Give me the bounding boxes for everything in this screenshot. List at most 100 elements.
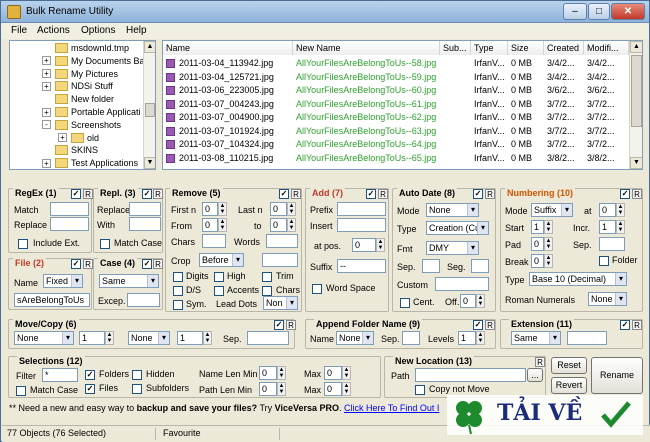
include-ext-checkbox[interactable] bbox=[18, 239, 28, 249]
autodate-reset-button[interactable]: R bbox=[485, 189, 495, 199]
regex-match-input[interactable] bbox=[50, 202, 89, 216]
folders-checkbox[interactable]: ✓ bbox=[85, 370, 95, 380]
name-len-min-spinner-icon[interactable]: ▲ ▼ bbox=[277, 366, 286, 380]
table-row[interactable]: 2011-03-07_004243.jpg AllYourFilesAreBelo… bbox=[163, 98, 628, 110]
file-list[interactable]: Name New Name Sub... Type Size Created Modifi.… bbox=[162, 40, 643, 170]
prefix-input[interactable] bbox=[337, 202, 386, 216]
num-break-spinner-icon[interactable]: ▲ ▼ bbox=[544, 254, 553, 268]
revert-button[interactable]: Revert bbox=[551, 377, 587, 394]
words-input[interactable] bbox=[266, 234, 298, 248]
file-name-dropdown[interactable]: Fixed bbox=[43, 274, 83, 288]
numbering-enable-checkbox[interactable]: ✓ bbox=[620, 189, 630, 199]
filter-input[interactable]: * bbox=[42, 368, 78, 382]
regex-enable-checkbox[interactable]: ✓ bbox=[71, 189, 81, 199]
menu-file[interactable]: File bbox=[11, 25, 27, 36]
num-type-dropdown[interactable]: Base 10 (Decimal) bbox=[529, 272, 627, 286]
num-pad-spinner-icon[interactable]: ▲ ▼ bbox=[544, 237, 553, 251]
last-n-input[interactable]: 0 bbox=[270, 202, 287, 216]
table-row[interactable]: 2011-03-04_125721.jpg AllYourFilesAreBelo… bbox=[163, 71, 628, 83]
max1-input[interactable]: 0 bbox=[324, 366, 342, 380]
path-input[interactable] bbox=[415, 368, 526, 382]
file-scroll-up-icon[interactable]: ▲ bbox=[630, 41, 642, 53]
to-spinner-icon[interactable]: ▲ ▼ bbox=[287, 218, 296, 232]
appendfolder-levels-spinner-icon[interactable]: ▲ ▼ bbox=[476, 331, 485, 345]
file-scroll-down-icon[interactable]: ▼ bbox=[630, 157, 642, 169]
column-header[interactable]: Sub... bbox=[440, 41, 471, 55]
off-spinner-icon[interactable]: ▲ ▼ bbox=[476, 294, 485, 308]
repl-replace-input[interactable] bbox=[129, 202, 161, 216]
tree-expand-icon[interactable]: + bbox=[42, 107, 51, 117]
off-input[interactable]: 0 bbox=[460, 294, 476, 308]
extension-input[interactable] bbox=[567, 331, 607, 345]
file-enable-checkbox[interactable]: ✓ bbox=[71, 259, 81, 269]
num-at-spinner-icon[interactable]: ▲ ▼ bbox=[616, 203, 625, 217]
remove-reset-button[interactable]: R bbox=[291, 189, 301, 199]
num-folder-checkbox[interactable] bbox=[599, 256, 609, 266]
menu-options[interactable]: Options bbox=[81, 25, 115, 36]
column-header[interactable]: New Name bbox=[293, 41, 440, 55]
appendfolder-levels-input[interactable]: 1 bbox=[458, 331, 476, 345]
repl-with-input[interactable] bbox=[129, 217, 161, 231]
movecopy-spinner-2-icon[interactable]: ▲ ▼ bbox=[203, 331, 212, 345]
autodate-enable-checkbox[interactable]: ✓ bbox=[473, 189, 483, 199]
tree-item[interactable]: Test Applications bbox=[71, 157, 138, 169]
last-n-spinner-icon[interactable]: ▲ ▼ bbox=[287, 202, 296, 216]
table-row[interactable]: 2011-03-06_223005.jpg AllYourFilesAreBelo… bbox=[163, 84, 628, 96]
tree-item[interactable]: My Documents Ba bbox=[71, 55, 145, 67]
column-header[interactable]: Created bbox=[544, 41, 584, 55]
from-input[interactable]: 0 bbox=[202, 218, 218, 232]
tree-item[interactable]: My Pictures bbox=[71, 68, 118, 80]
appendfolder-enable-checkbox[interactable]: ✓ bbox=[473, 320, 483, 330]
chars-checkbox[interactable] bbox=[262, 286, 272, 296]
date-custom-input[interactable] bbox=[435, 277, 489, 291]
case-enable-checkbox[interactable]: ✓ bbox=[142, 259, 152, 269]
crop-dropdown[interactable]: Before bbox=[199, 253, 244, 267]
table-row[interactable]: 2011-03-04_113942.jpg AllYourFilesAreBelo… bbox=[163, 57, 628, 69]
scroll-up-arrow-icon[interactable]: ▲ bbox=[144, 41, 155, 53]
chars-input[interactable] bbox=[202, 234, 226, 248]
num-break-input[interactable]: 0 bbox=[531, 254, 544, 268]
close-button[interactable]: ✕ bbox=[611, 3, 645, 20]
repl-match-case-checkbox[interactable] bbox=[100, 239, 110, 249]
appendfolder-sep-input[interactable] bbox=[402, 331, 420, 345]
num-sep-input[interactable] bbox=[599, 237, 625, 251]
table-row[interactable]: 2011-03-07_101924.jpg AllYourFilesAreBelo… bbox=[163, 125, 628, 137]
tree-item[interactable]: Screenshots bbox=[71, 119, 121, 131]
replace-reset-button[interactable]: R bbox=[153, 189, 163, 199]
folder-tree[interactable]: msdownld.tmp + My Documents Ba + My Pictures… bbox=[9, 40, 156, 170]
num-incr-input[interactable]: 1 bbox=[599, 220, 616, 234]
path-len-min-input[interactable]: 0 bbox=[259, 382, 277, 396]
trim-checkbox[interactable] bbox=[262, 272, 272, 282]
num-mode-dropdown[interactable]: Suffix bbox=[531, 203, 573, 217]
date-type-dropdown[interactable]: Creation (Cur bbox=[426, 221, 489, 235]
date-sep-input[interactable] bbox=[422, 259, 440, 273]
insert-input[interactable] bbox=[337, 218, 386, 232]
scroll-thumb[interactable] bbox=[145, 103, 155, 117]
promo-link[interactable]: Click Here To Find Out I bbox=[344, 403, 439, 413]
max1-spinner-icon[interactable]: ▲ ▼ bbox=[342, 366, 351, 380]
copy-not-move-checkbox[interactable] bbox=[415, 385, 425, 395]
maximize-button[interactable]: □ bbox=[588, 3, 610, 20]
extension-reset-button[interactable]: R bbox=[632, 320, 642, 330]
tree-expand-icon[interactable]: + bbox=[58, 133, 67, 143]
menu-actions[interactable]: Actions bbox=[37, 25, 70, 36]
date-mode-dropdown[interactable]: None bbox=[426, 203, 479, 217]
menu-help[interactable]: Help bbox=[126, 25, 147, 36]
extension-enable-checkbox[interactable]: ✓ bbox=[620, 320, 630, 330]
movecopy-dropdown-1[interactable]: None bbox=[14, 331, 74, 345]
column-header[interactable]: Size bbox=[508, 41, 544, 55]
column-header[interactable]: Type bbox=[471, 41, 508, 55]
num-pad-input[interactable]: 0 bbox=[531, 237, 544, 251]
regex-replace-input[interactable] bbox=[50, 217, 89, 231]
reset-button[interactable]: Reset bbox=[551, 357, 587, 374]
digits-checkbox[interactable] bbox=[173, 272, 183, 282]
tree-item[interactable]: msdownld.tmp bbox=[71, 42, 129, 54]
newlocation-reset-button[interactable]: R bbox=[535, 357, 545, 367]
date-fmt-dropdown[interactable]: DMY bbox=[426, 241, 479, 255]
file-scroll-thumb[interactable] bbox=[631, 55, 642, 127]
num-incr-spinner-icon[interactable]: ▲ ▼ bbox=[616, 220, 625, 234]
num-at-input[interactable]: 0 bbox=[599, 203, 616, 217]
name-len-min-input[interactable]: 0 bbox=[259, 366, 277, 380]
table-row[interactable]: 2011-03-08_110215.jpg AllYourFilesAreBelo… bbox=[163, 152, 628, 164]
cent-checkbox[interactable] bbox=[400, 298, 410, 308]
